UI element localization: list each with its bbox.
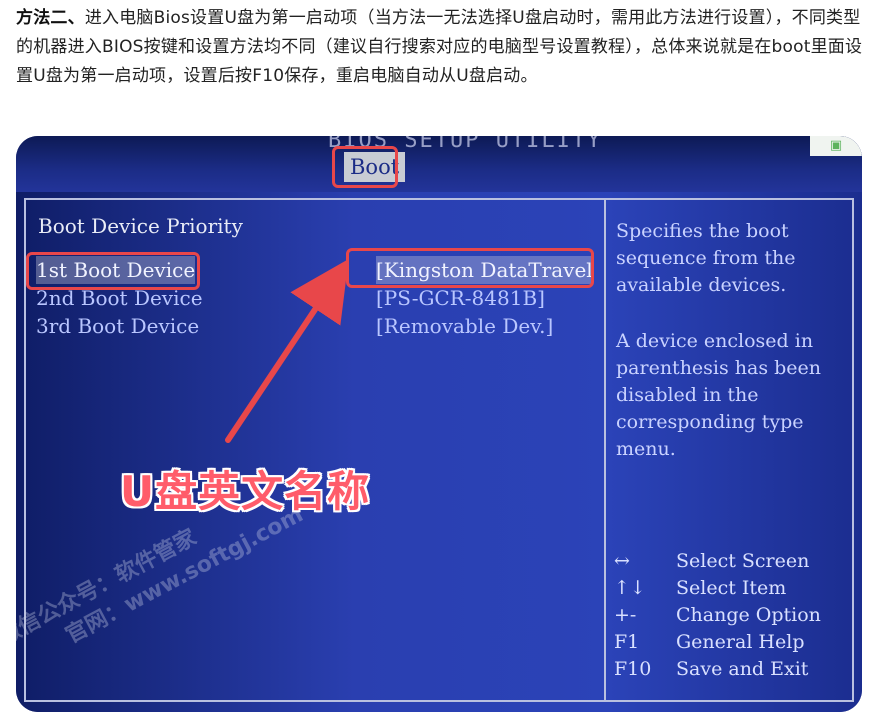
callout-label: U盘英文名称: [120, 467, 371, 516]
intro-paragraph: 方法二、进入电脑Bios设置U盘为第一启动项（当方法一无法选择U盘启动时，需用此…: [16, 4, 866, 91]
callout-arrow-icon: [225, 259, 349, 443]
intro-bold-lead: 方法二、: [16, 8, 85, 28]
intro-text: 进入电脑Bios设置U盘为第一启动项（当方法一无法选择U盘启动时，需用此方法进行…: [16, 8, 863, 86]
bios-photo: BIOS SETUP UTILITY Boot ▣ Boot Device Pr…: [16, 136, 862, 712]
